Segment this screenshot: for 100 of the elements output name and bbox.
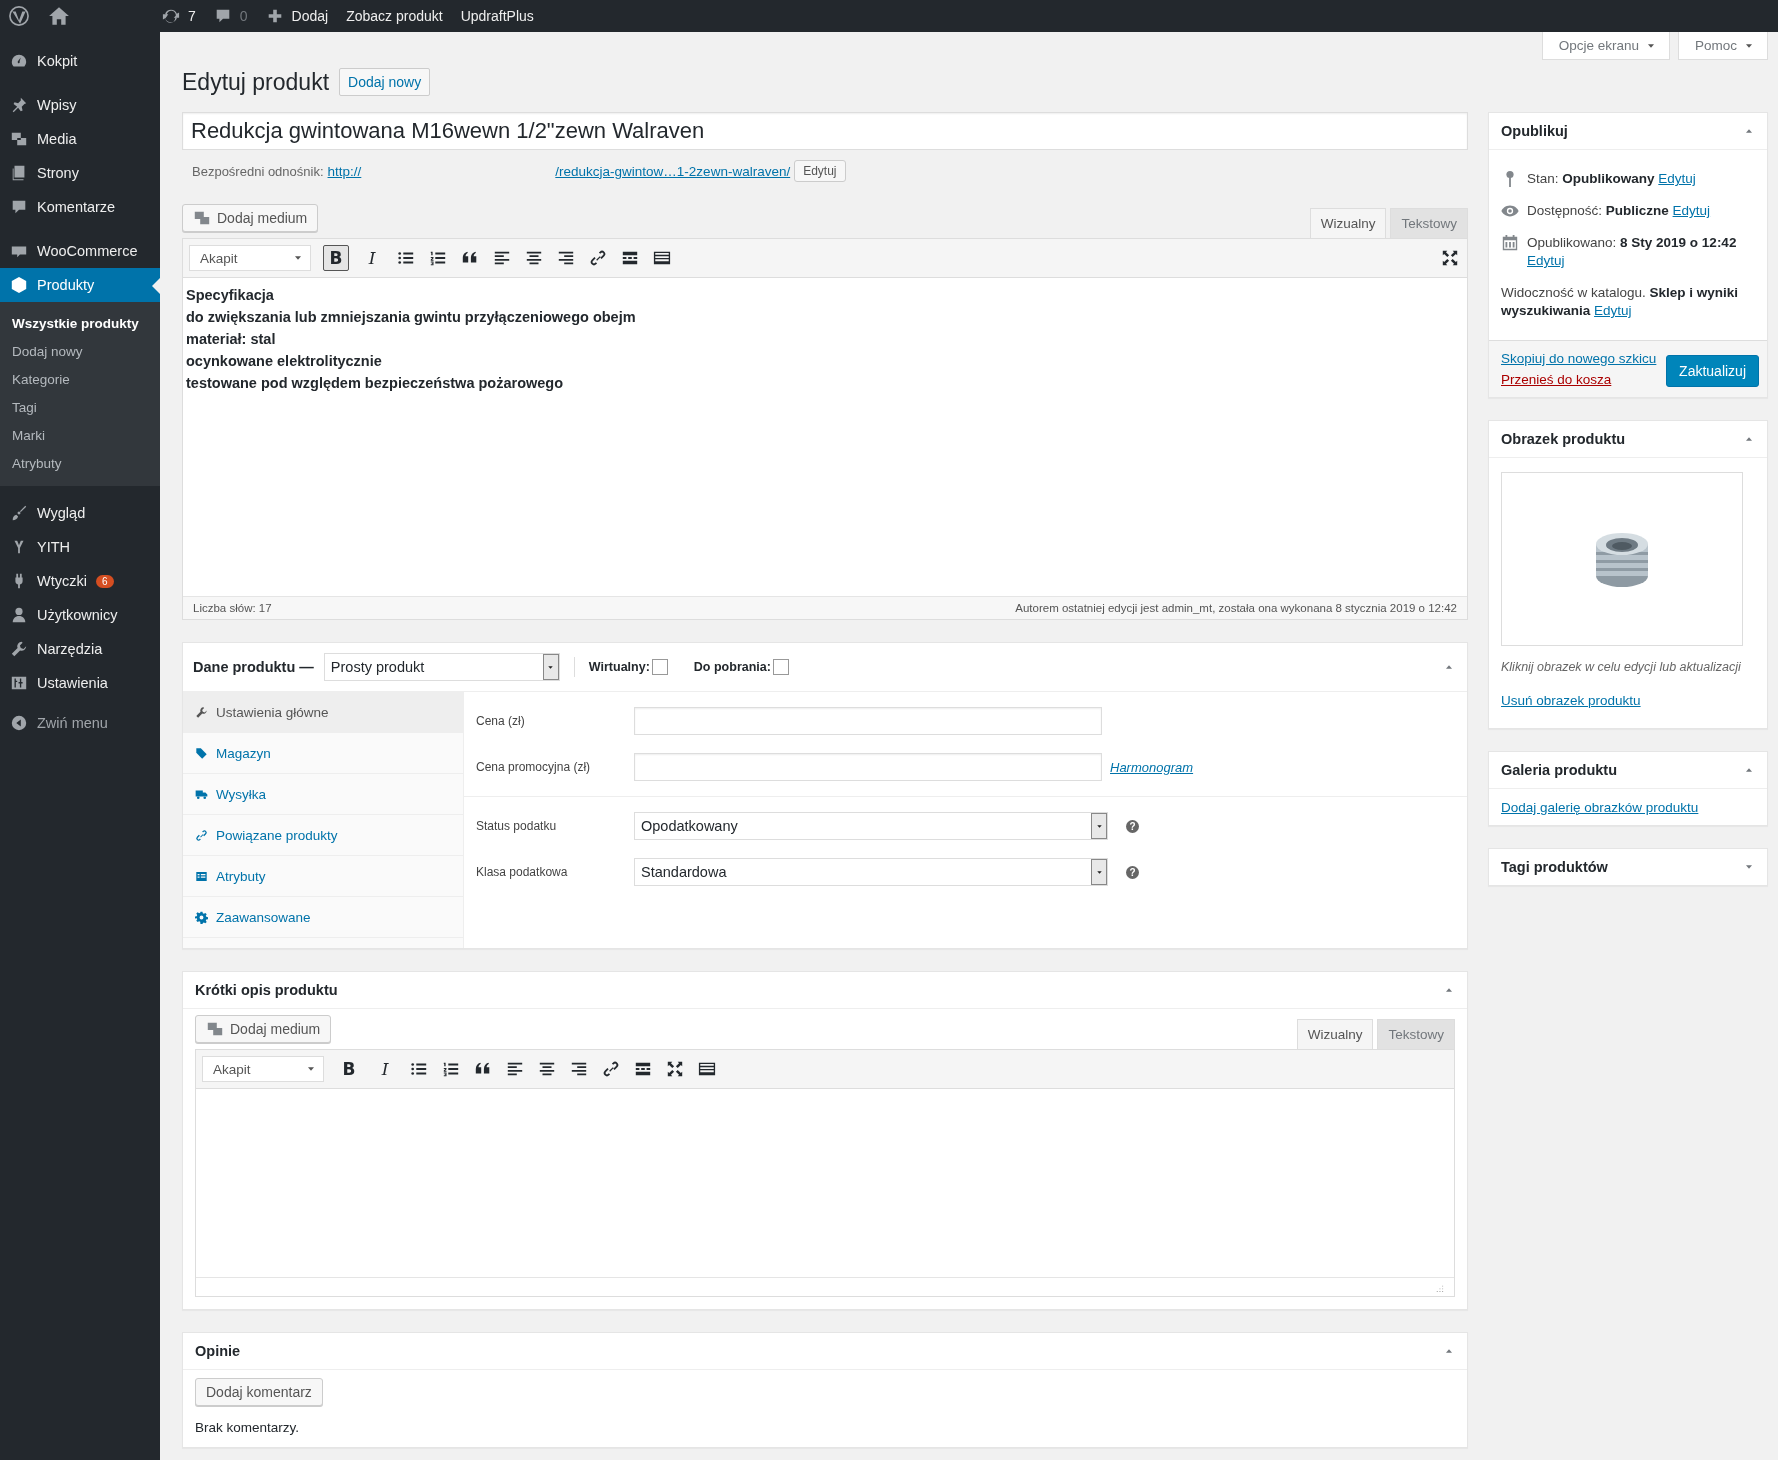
user-icon: [10, 606, 28, 624]
checkbox[interactable]: [772, 659, 789, 675]
bullet-list-icon[interactable]: [410, 1060, 428, 1078]
editor-tab[interactable]: Tekstowy: [1390, 208, 1468, 238]
menu-item[interactable]: Ustawienia: [0, 666, 160, 700]
remove-image-link[interactable]: Usuń obrazek produktu: [1501, 693, 1641, 708]
submenu-item[interactable]: Atrybuty: [0, 450, 160, 478]
product-data-tab[interactable]: Powiązane produkty: [183, 815, 463, 856]
read-more-icon[interactable]: [634, 1060, 652, 1078]
editor-tab[interactable]: Tekstowy: [1377, 1019, 1455, 1049]
product-data-tab[interactable]: Zaawansowane: [183, 897, 463, 938]
product-data-tab[interactable]: Atrybuty: [183, 856, 463, 897]
italic-button[interactable]: I: [359, 245, 385, 271]
submenu-item[interactable]: Dodaj nowy: [0, 338, 160, 366]
menu-item[interactable]: Strony: [0, 156, 160, 190]
option-label: Wirtualny:: [588, 660, 650, 674]
edit-link[interactable]: Edytuj: [1658, 171, 1696, 186]
align-left-icon[interactable]: [506, 1060, 524, 1078]
link-icon[interactable]: [589, 249, 607, 267]
input-field[interactable]: [634, 707, 1102, 735]
menu-item[interactable]: Komentarze: [0, 190, 160, 224]
italic-button[interactable]: I: [372, 1056, 398, 1082]
select-field[interactable]: Opodatkowany: [634, 812, 1108, 840]
submenu-item[interactable]: Kategorie: [0, 366, 160, 394]
product-data-tab[interactable]: Magazyn: [183, 733, 463, 774]
align-right-icon[interactable]: [570, 1060, 588, 1078]
trash-link[interactable]: Przenieś do kosza: [1501, 372, 1657, 387]
link-icon[interactable]: [602, 1060, 620, 1078]
box-title: Opublikuj: [1501, 123, 1568, 139]
keyboard-icon[interactable]: [698, 1060, 716, 1078]
plugin-link[interactable]: UpdraftPlus: [460, 8, 534, 24]
align-center-icon[interactable]: [538, 1060, 556, 1078]
permalink-link[interactable]: http://: [327, 163, 362, 179]
product-data-tab[interactable]: Ustawienia główne: [183, 692, 463, 733]
format-select[interactable]: Akapit: [202, 1056, 324, 1082]
read-more-icon[interactable]: [621, 249, 639, 267]
add-media-button[interactable]: Dodaj medium: [195, 1015, 332, 1043]
edit-link[interactable]: Edytuj: [1527, 253, 1565, 268]
permalink-link[interactable]: /redukcja-gwintow…1-2zewn-walraven/: [555, 163, 791, 179]
submenu-item[interactable]: Wszystkie produkty: [0, 310, 160, 338]
menu-item[interactable]: Narzędzia: [0, 632, 160, 666]
screen-tab-button[interactable]: Opcje ekranu: [1541, 32, 1670, 60]
add-comment-button[interactable]: Dodaj komentarz: [195, 1378, 323, 1406]
numbered-list-icon[interactable]: [429, 249, 447, 267]
new-link[interactable]: Dodaj: [291, 8, 329, 24]
link-icon: [195, 828, 208, 842]
editor-tab[interactable]: Wizualny: [1296, 1019, 1374, 1049]
product-data-tab[interactable]: Wysyłka: [183, 774, 463, 815]
menu-item[interactable]: WooCommerce: [0, 234, 160, 268]
bold-button[interactable]: B: [323, 245, 349, 271]
edit-button[interactable]: Edytuj: [794, 160, 846, 182]
editor-tab[interactable]: Wizualny: [1309, 208, 1387, 238]
add-new-button[interactable]: Dodaj nowy: [339, 68, 431, 96]
menu-item[interactable]: Kokpit: [0, 44, 160, 78]
collapse-menu[interactable]: Zwiń menu: [0, 706, 160, 740]
align-center-icon[interactable]: [525, 249, 543, 267]
copy-draft-link[interactable]: Skopiuj do nowego szkicu: [1501, 351, 1657, 366]
screen-tab-button[interactable]: Pomoc: [1677, 32, 1768, 60]
menu-item[interactable]: Wygląd: [0, 496, 160, 530]
edit-link[interactable]: Edytuj: [1672, 203, 1711, 218]
menu-item[interactable]: Użytkownicy: [0, 598, 160, 632]
help-icon[interactable]: ?: [1126, 865, 1139, 879]
home-icon[interactable]: [48, 5, 70, 27]
tag-icon: [195, 746, 208, 760]
submenu-item[interactable]: Marki: [0, 422, 160, 450]
update-button[interactable]: Zaktualizuj: [1666, 355, 1759, 387]
schedule-link[interactable]: Harmonogram: [1110, 759, 1194, 775]
align-left-icon[interactable]: [493, 249, 511, 267]
publish-info: Widoczność w katalogu. Sklep i wyniki wyszukiwania Edytuj: [1501, 284, 1740, 320]
wrench-icon: [195, 705, 208, 719]
menu-item[interactable]: Media: [0, 122, 160, 156]
view-link[interactable]: Zobacz produkt: [346, 8, 443, 24]
align-right-icon[interactable]: [557, 249, 575, 267]
title-field[interactable]: Redukcja gwintowana M16wewn 1/2"zewn Walraven: [182, 112, 1468, 150]
select-field[interactable]: Standardowa: [634, 858, 1108, 886]
help-icon[interactable]: ?: [1126, 819, 1139, 833]
bullet-list-icon[interactable]: [397, 249, 415, 267]
logo-icon[interactable]: [8, 5, 30, 27]
submenu-item[interactable]: Tagi: [0, 394, 160, 422]
menu-item[interactable]: YITH: [0, 530, 160, 564]
bold-button[interactable]: B: [336, 1056, 362, 1082]
add-media-button[interactable]: Dodaj medium: [182, 204, 319, 232]
product-type-select[interactable]: Prosty produkt: [323, 653, 560, 681]
update-count[interactable]: 7: [188, 8, 196, 24]
menu-item[interactable]: Wpisy: [0, 88, 160, 122]
numbered-list-icon[interactable]: [442, 1060, 460, 1078]
page-title: Edytuj produkt: [182, 68, 330, 96]
keyboard-icon[interactable]: [653, 249, 671, 267]
refresh-icon[interactable]: [162, 7, 180, 25]
fullscreen-icon[interactable]: [666, 1060, 684, 1078]
input-field[interactable]: [634, 753, 1102, 781]
format-select[interactable]: Akapit: [189, 245, 311, 271]
menu-item[interactable]: Produkty: [0, 268, 160, 302]
last-edit-text: Autorem ostatniej edycji jest admin_mt, została ona wykonana 8 stycznia 2019 o 12:42: [1015, 602, 1457, 614]
fullscreen-icon[interactable]: [1441, 249, 1459, 267]
editor-area[interactable]: Specyfikacja do zwiększania lub zmniejszania gwintu przyłączeniowego obejm materiał: stal ocynkowane elektrolitycznie testowane pod względem bezpieczeństwa pożarowego: [183, 278, 1467, 596]
edit-link[interactable]: Edytuj: [1594, 303, 1632, 318]
add-gallery-link[interactable]: Dodaj galerię obrazków produktu: [1501, 800, 1699, 815]
checkbox[interactable]: [651, 659, 668, 675]
menu-item[interactable]: Wtyczki 6: [0, 564, 160, 598]
